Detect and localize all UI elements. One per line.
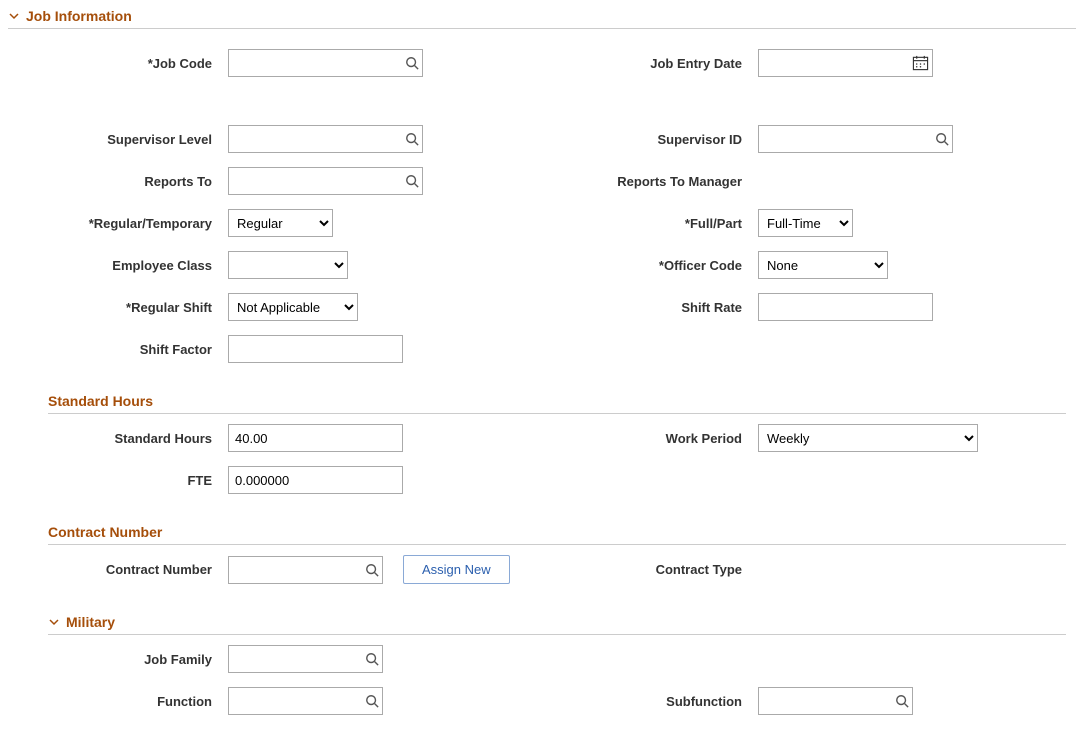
function-field — [228, 687, 383, 715]
full-part-select[interactable]: Full-Time — [758, 209, 853, 237]
contract-grid: Contract Number Assign New Contract Type — [8, 555, 1076, 584]
search-icon[interactable] — [895, 694, 909, 708]
search-icon[interactable] — [405, 132, 419, 146]
function-label: Function — [8, 694, 218, 709]
supervisor-id-input[interactable] — [758, 125, 953, 153]
reports-to-label: Reports To — [8, 174, 218, 189]
job-code-field — [228, 49, 423, 77]
military-section-header[interactable]: Military — [48, 614, 1066, 635]
contract-number-label: Contract Number — [8, 562, 218, 577]
search-icon[interactable] — [365, 694, 379, 708]
search-icon[interactable] — [365, 652, 379, 666]
supervisor-level-field — [228, 125, 423, 153]
calendar-icon[interactable] — [912, 55, 929, 72]
shift-factor-input[interactable] — [228, 335, 403, 363]
reports-to-manager-label: Reports To Manager — [438, 174, 748, 189]
section-title: Standard Hours — [48, 393, 153, 409]
standard-hours-input[interactable] — [228, 424, 403, 452]
supervisor-level-label: Supervisor Level — [8, 132, 218, 147]
chevron-down-icon — [8, 10, 20, 22]
shift-rate-input[interactable] — [758, 293, 933, 321]
standard-hours-section-header: Standard Hours — [48, 393, 1066, 414]
job-entry-date-label: Job Entry Date — [438, 56, 748, 71]
subfunction-input[interactable] — [758, 687, 913, 715]
regular-temporary-select[interactable]: Regular — [228, 209, 333, 237]
job-information-section-header[interactable]: Job Information — [8, 8, 1076, 29]
job-entry-date-input[interactable] — [758, 49, 933, 77]
search-icon[interactable] — [405, 56, 419, 70]
function-input[interactable] — [228, 687, 383, 715]
regular-shift-select[interactable]: Not Applicable — [228, 293, 358, 321]
employee-class-label: Employee Class — [8, 258, 218, 273]
regular-shift-label: *Regular Shift — [8, 300, 218, 315]
search-icon[interactable] — [365, 563, 379, 577]
standard-hours-label: Standard Hours — [8, 431, 218, 446]
section-title: Military — [66, 614, 115, 630]
full-part-label: *Full/Part — [438, 216, 748, 231]
officer-code-label: *Officer Code — [438, 258, 748, 273]
reports-to-field — [228, 167, 423, 195]
job-code-input[interactable] — [228, 49, 423, 77]
supervisor-level-input[interactable] — [228, 125, 423, 153]
job-entry-date-field — [758, 49, 933, 77]
search-icon[interactable] — [405, 174, 419, 188]
fte-label: FTE — [8, 473, 218, 488]
search-icon[interactable] — [935, 132, 949, 146]
subfunction-field — [758, 687, 913, 715]
contract-number-input[interactable] — [228, 556, 383, 584]
standard-hours-grid: Standard Hours Work Period Weekly FTE — [8, 424, 1076, 494]
section-title: Contract Number — [48, 524, 162, 540]
shift-rate-label: Shift Rate — [438, 300, 748, 315]
supervisor-id-field — [758, 125, 953, 153]
contract-number-section-header: Contract Number — [48, 524, 1066, 545]
supervisor-id-label: Supervisor ID — [438, 132, 748, 147]
subfunction-label: Subfunction — [438, 694, 748, 709]
officer-code-select[interactable]: None — [758, 251, 888, 279]
fte-input[interactable] — [228, 466, 403, 494]
job-family-field — [228, 645, 383, 673]
reports-to-input[interactable] — [228, 167, 423, 195]
work-period-select[interactable]: Weekly — [758, 424, 978, 452]
employee-class-select[interactable] — [228, 251, 348, 279]
contract-type-label: Contract Type — [656, 562, 748, 577]
assign-new-button[interactable]: Assign New — [403, 555, 510, 584]
job-info-grid: *Job Code Job Entry Date Supervisor Leve… — [8, 49, 1076, 363]
job-family-input[interactable] — [228, 645, 383, 673]
job-code-label: *Job Code — [8, 56, 218, 71]
shift-factor-label: Shift Factor — [8, 342, 218, 357]
contract-number-field — [228, 556, 383, 584]
regular-temporary-label: *Regular/Temporary — [8, 216, 218, 231]
section-title: Job Information — [26, 8, 132, 24]
work-period-label: Work Period — [438, 431, 748, 446]
chevron-down-icon — [48, 616, 60, 628]
military-grid: Job Family Function Subfunction — [8, 645, 1076, 715]
job-family-label: Job Family — [8, 652, 218, 667]
